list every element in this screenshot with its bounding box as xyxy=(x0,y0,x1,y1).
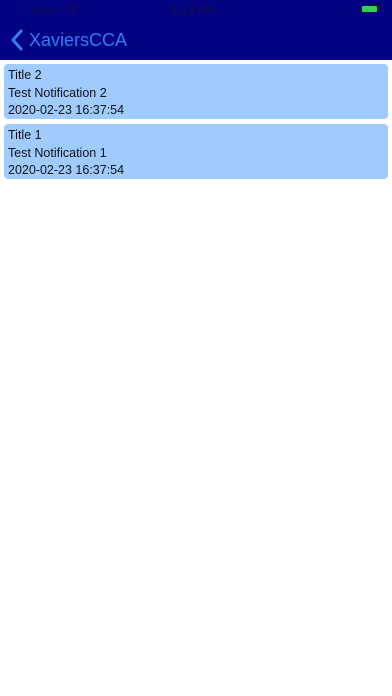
status-bar: Carrier 8:13 PM xyxy=(0,0,392,20)
wifi-icon xyxy=(66,3,80,14)
notification-title: Title 2 xyxy=(8,68,42,82)
chevron-left-icon xyxy=(11,29,23,51)
notification-list: Title 2 Test Notification 2 2020-02-23 1… xyxy=(4,64,388,184)
back-button-label: XaviersCCA xyxy=(29,29,128,50)
notification-item[interactable]: Title 1 Test Notification 1 2020-02-23 1… xyxy=(4,124,388,179)
notification-timestamp: 2020-02-23 16:37:54 xyxy=(8,163,125,177)
notification-timestamp: 2020-02-23 16:37:54 xyxy=(8,103,125,117)
notification-item[interactable]: Title 2 Test Notification 2 2020-02-23 1… xyxy=(4,64,388,119)
back-button[interactable]: XaviersCCA xyxy=(10,27,127,53)
notification-title: Title 1 xyxy=(8,128,42,142)
top-bar: Carrier 8:13 PM XaviersCCA xyxy=(0,0,392,60)
battery-icon xyxy=(360,4,382,14)
carrier-label: Carrier xyxy=(22,3,59,17)
notification-message: Test Notification 2 xyxy=(8,85,107,100)
notification-message: Test Notification 1 xyxy=(8,145,107,160)
navigation-bar: XaviersCCA xyxy=(0,20,392,60)
status-time: 8:13 PM xyxy=(170,3,216,17)
screen: Carrier 8:13 PM XaviersCCA Title 2 Test … xyxy=(0,0,392,696)
